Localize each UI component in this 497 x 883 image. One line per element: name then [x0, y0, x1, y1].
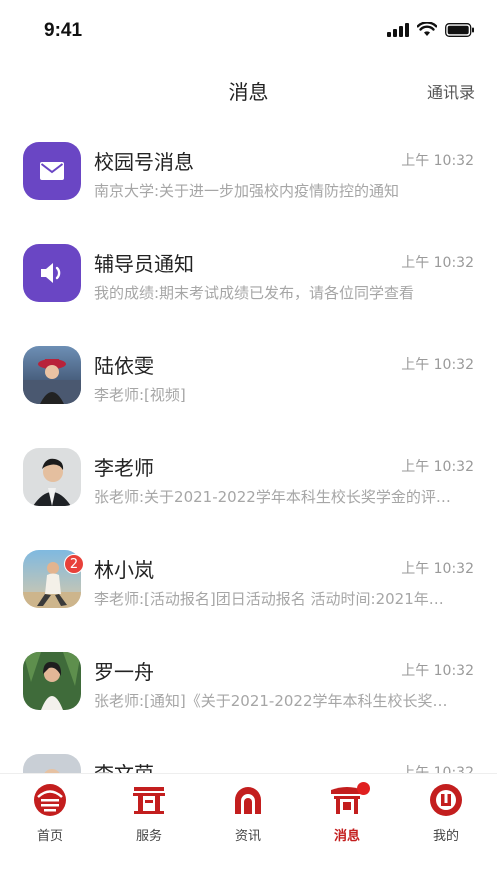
list-item[interactable]: 2 林小岚 上午 10:32 李老师:[活动报名]团日活动报名 活动时间:202…: [0, 524, 497, 626]
home-icon: [34, 784, 66, 816]
message-name: 罗一舟: [94, 660, 154, 684]
message-time: 上午 10:32: [401, 459, 474, 475]
list-item[interactable]: 陆依雯 上午 10:32 李老师:[视频]: [0, 320, 497, 422]
unread-badge: 2: [64, 554, 84, 574]
list-item[interactable]: 校园号消息 上午 10:32 南京大学:关于进一步加强校内疫情防控的通知: [0, 116, 497, 218]
message-time: 上午 10:32: [401, 561, 474, 577]
tab-label: 资讯: [234, 829, 261, 844]
message-name: 李老师: [94, 456, 154, 480]
battery-icon: [445, 22, 474, 37]
message-time: 上午 10:32: [401, 765, 474, 773]
page-title: 消息: [228, 80, 269, 104]
list-item[interactable]: 辅导员通知 上午 10:32 我的成绩:期末考试成绩已发布，请各位同学查看: [0, 218, 497, 320]
status-bar: 9:41: [0, 0, 497, 62]
nav-bar: 消息 通讯录: [0, 62, 497, 116]
wifi-icon: [417, 22, 437, 36]
mail-icon: [40, 162, 64, 180]
status-icons: [387, 22, 475, 37]
message-preview: 南京大学:关于进一步加强校内疫情防控的通知: [94, 182, 400, 200]
avatar: [23, 754, 81, 773]
message-time: 上午 10:32: [401, 663, 474, 679]
message-time: 上午 10:32: [401, 357, 474, 373]
avatar: [23, 244, 81, 302]
avatar-photo: [23, 754, 81, 773]
news-icon: [235, 787, 261, 814]
tab-news[interactable]: 资讯: [208, 782, 288, 852]
avatar-photo: [23, 448, 81, 506]
avatar: [23, 142, 81, 200]
tab-profile[interactable]: 我的: [406, 782, 486, 852]
profile-icon: [430, 784, 462, 816]
list-item[interactable]: 李文茵 上午 10:32: [0, 728, 497, 773]
tab-bar: 首页 服务 资讯 消息 我的: [0, 773, 497, 883]
message-preview: 我的成绩:期末考试成绩已发布，请各位同学查看: [94, 284, 415, 302]
avatar-photo: [23, 346, 81, 404]
speaker-icon: [41, 263, 61, 283]
tab-label: 首页: [36, 829, 63, 844]
tab-label: 服务: [135, 829, 162, 844]
list-item[interactable]: 罗一舟 上午 10:32 张老师:[通知]《关于2021-2022学年本科生校长…: [0, 626, 497, 728]
tab-label: 我的: [432, 829, 459, 844]
message-preview: 张老师:[通知]《关于2021-2022学年本科生校长奖…: [94, 692, 448, 710]
status-time: 9:41: [44, 20, 83, 41]
message-name: 陆依雯: [94, 354, 154, 378]
message-time: 上午 10:32: [401, 255, 474, 271]
message-preview: 李老师:[活动报名]团日活动报名 活动时间:2021年…: [94, 590, 444, 608]
tab-notification-dot: [357, 782, 370, 795]
cellular-signal-icon: [387, 22, 409, 37]
avatar: [23, 448, 81, 506]
message-name: 林小岚: [94, 558, 154, 582]
tab-home[interactable]: 首页: [10, 782, 90, 852]
message-name: 辅导员通知: [94, 252, 194, 276]
service-icon: [133, 787, 165, 814]
message-name: 李文茵: [94, 758, 154, 773]
message-preview: 李老师:[视频]: [94, 386, 186, 404]
tab-label: 消息: [333, 829, 360, 844]
message-name: 校园号消息: [94, 150, 194, 174]
avatar: [23, 346, 81, 404]
message-list[interactable]: 校园号消息 上午 10:32 南京大学:关于进一步加强校内疫情防控的通知 辅导员…: [0, 116, 497, 773]
message-time: 上午 10:32: [401, 153, 474, 169]
tab-service[interactable]: 服务: [109, 782, 189, 852]
avatar: [23, 652, 81, 710]
message-preview: 张老师:关于2021-2022学年本科生校长奖学金的评…: [94, 488, 451, 506]
tab-message[interactable]: 消息: [307, 782, 387, 852]
list-item[interactable]: 李老师 上午 10:32 张老师:关于2021-2022学年本科生校长奖学金的评…: [0, 422, 497, 524]
contacts-button[interactable]: 通讯录: [427, 79, 475, 103]
avatar-photo: [23, 652, 81, 710]
